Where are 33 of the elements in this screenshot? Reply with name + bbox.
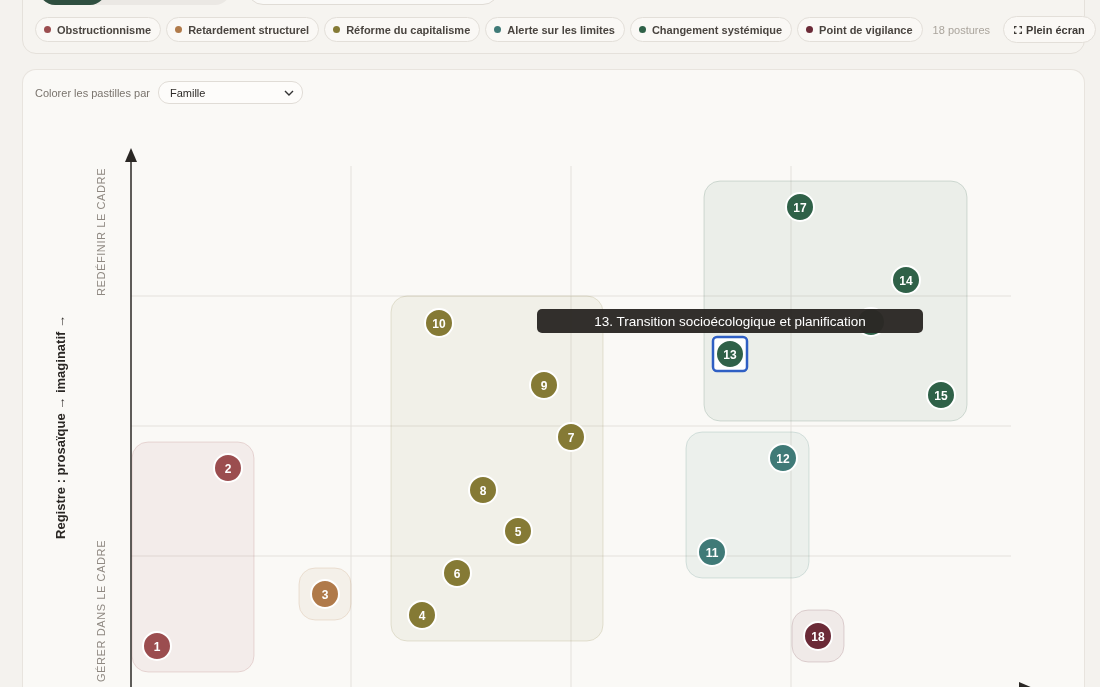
point-marker[interactable]: 7 (556, 422, 586, 452)
chevron-icon (283, 89, 294, 96)
point-marker[interactable]: 1 (142, 631, 172, 661)
point-marker[interactable]: 15 (926, 380, 956, 410)
tooltip: 13. Transition socioécologique et planification (537, 309, 923, 333)
legend-chip[interactable]: Alerte sur les limites (485, 17, 625, 42)
point-marker[interactable]: 14 (891, 265, 921, 295)
point-marker[interactable]: 6 (442, 558, 472, 588)
axis-label: REDÉFINIR LE CADRE (95, 167, 107, 297)
fullscreen-button[interactable]: Plein écran (1003, 16, 1096, 43)
point-marker[interactable]: 10 (424, 308, 454, 338)
color-by-select[interactable]: Famille (157, 81, 303, 104)
legend-chip[interactable]: Obstructionnisme (35, 17, 162, 42)
color-by-label: Colorer les pastilles par (35, 86, 150, 99)
point-marker[interactable]: 11 (697, 537, 727, 567)
axis-label: GÉRER DANS LE CADRE (95, 539, 107, 683)
axis-title: Registre : prosaïque → imaginatif → (53, 315, 68, 539)
point-marker[interactable]: 2 (213, 453, 243, 483)
legend-chip[interactable]: Retardement structurel (166, 17, 320, 42)
point-marker[interactable]: 13 (711, 335, 749, 373)
point-marker[interactable]: 12 (768, 443, 798, 473)
point-marker[interactable]: 4 (407, 600, 437, 630)
legend-chip[interactable]: Point de vigilance (797, 17, 923, 42)
legend-chip[interactable]: Changement systémique (629, 17, 793, 42)
point-marker[interactable]: 17 (785, 192, 815, 222)
point-marker[interactable]: 9 (529, 370, 559, 400)
point-marker[interactable]: 8 (468, 475, 498, 505)
postures-count: 18 postures (932, 23, 991, 36)
point-marker[interactable]: 5 (503, 516, 533, 546)
legend-chip[interactable]: Réforme du capitalisme (324, 17, 481, 42)
point-marker[interactable]: 18 (803, 621, 833, 651)
fullscreen-icon (1014, 25, 1023, 34)
point-marker[interactable]: 3 (310, 579, 340, 609)
